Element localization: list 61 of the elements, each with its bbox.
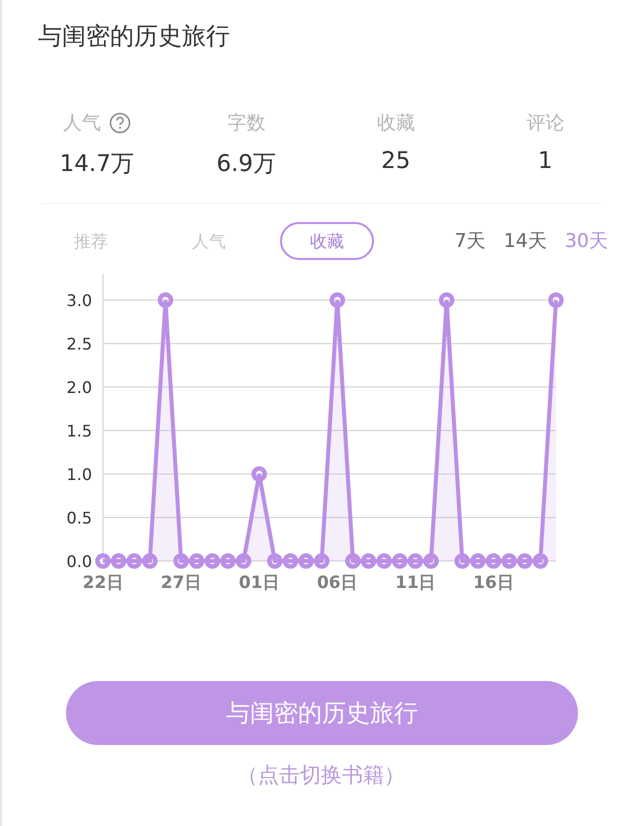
point: [360, 553, 376, 569]
point: [330, 292, 346, 308]
axis-label: 16日: [473, 573, 514, 593]
stat-value: 6.9万: [216, 150, 276, 179]
axis-label: 11日: [395, 573, 436, 593]
point: [314, 553, 330, 569]
switch-book-link[interactable]: （点击切换书籍）: [237, 761, 405, 789]
book-button[interactable]: 与闺密的历史旅行: [66, 681, 578, 745]
range-tab[interactable]: 7天: [436, 228, 486, 254]
help-icon[interactable]: [108, 112, 131, 134]
axis-label: 27日: [160, 573, 202, 593]
stat-value: 25: [381, 148, 410, 174]
point: [267, 553, 283, 569]
axis-label: 1.5: [66, 422, 92, 441]
point: [408, 553, 424, 569]
point: [251, 466, 267, 482]
point: [454, 553, 470, 569]
axis-label: 2.0: [66, 378, 92, 398]
stat-label: 人气: [62, 111, 101, 136]
point: [95, 553, 111, 569]
point: [438, 292, 454, 308]
axis-label: 0.5: [66, 508, 92, 528]
point: [158, 292, 174, 308]
point: [501, 553, 517, 569]
range-tab[interactable]: 30天: [546, 228, 608, 254]
point: [470, 553, 486, 569]
axis-label: 2.5: [66, 334, 92, 354]
point: [423, 553, 439, 569]
point: [110, 553, 126, 569]
point: [204, 553, 220, 569]
metric-tab[interactable]: 收藏: [280, 222, 374, 260]
metric-tab[interactable]: 推荐: [44, 222, 138, 260]
stat-value: 14.7万: [60, 150, 134, 179]
axis-label: 3.0: [66, 291, 92, 310]
range-tab[interactable]: 14天: [486, 228, 547, 254]
point: [173, 553, 189, 569]
axis-label: 1.0: [66, 465, 92, 484]
metric-tab[interactable]: 人气: [162, 222, 256, 260]
point: [532, 553, 548, 569]
point: [486, 553, 502, 569]
point: [345, 553, 361, 569]
point: [392, 553, 408, 569]
point: [517, 553, 533, 569]
axis-label: 0.0: [66, 552, 92, 571]
point: [188, 553, 204, 569]
stat-value: 1: [538, 148, 553, 174]
point: [220, 553, 236, 569]
axis-label: 06日: [316, 573, 358, 593]
point: [548, 292, 564, 308]
point: [236, 553, 252, 569]
stat-label: 字数: [227, 111, 266, 136]
point: [126, 553, 142, 569]
point: [298, 553, 314, 569]
point: [142, 553, 158, 569]
axis-label: 22日: [82, 573, 124, 593]
stat-label: 收藏: [376, 111, 415, 136]
stat-label: 评论: [526, 111, 564, 136]
book-title: 与闺密的历史旅行: [37, 21, 231, 52]
axis-label: 01日: [238, 573, 280, 593]
point: [282, 553, 298, 569]
point: [376, 553, 392, 569]
